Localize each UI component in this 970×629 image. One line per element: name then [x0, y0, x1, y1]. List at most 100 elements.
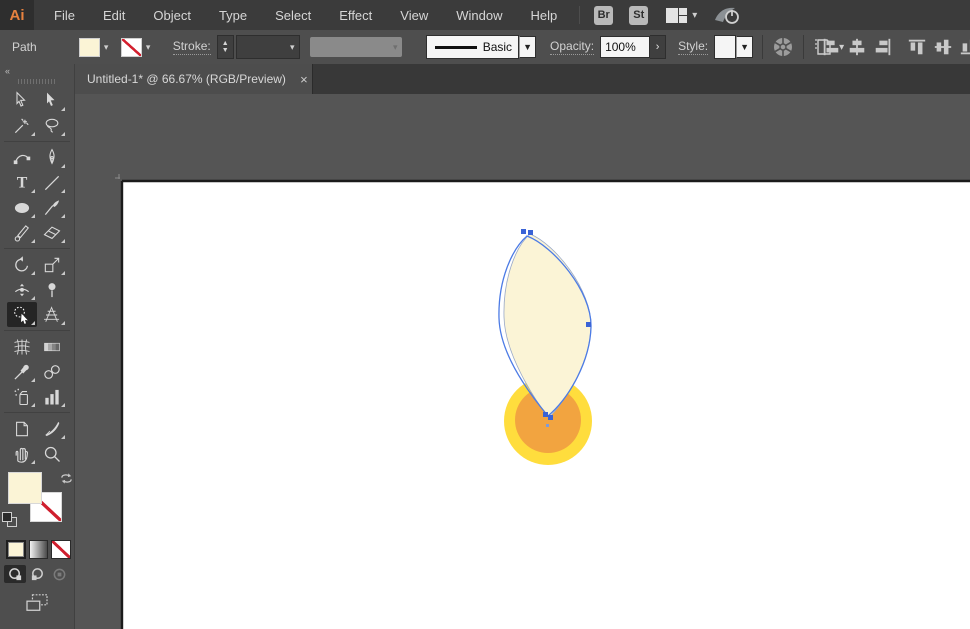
- menu-item-file[interactable]: File: [40, 0, 89, 30]
- menu-item-view[interactable]: View: [386, 0, 442, 30]
- style-swatch[interactable]: [714, 35, 737, 59]
- eraser-tool[interactable]: [37, 220, 67, 245]
- type-tool[interactable]: [7, 170, 37, 195]
- zoom-tool-icon: [44, 446, 61, 462]
- menu-item-help[interactable]: Help: [516, 0, 571, 30]
- perspective-grid-tool[interactable]: [37, 302, 67, 327]
- slice-tool[interactable]: [37, 416, 67, 441]
- opacity-label[interactable]: Opacity:: [550, 39, 595, 55]
- line-segment-tool[interactable]: [37, 170, 67, 195]
- curvature-tool[interactable]: [7, 145, 37, 170]
- align-group: [818, 36, 970, 58]
- align-middle-button[interactable]: [930, 36, 956, 58]
- brush-definition-combo[interactable]: Basic: [425, 35, 520, 59]
- align-top-button[interactable]: [904, 36, 930, 58]
- menu-item-select[interactable]: Select: [261, 0, 325, 30]
- selection-tool[interactable]: [7, 88, 37, 113]
- chevron-down-icon[interactable]: ▾: [142, 38, 155, 57]
- align-left-button[interactable]: [818, 36, 844, 58]
- tool-group-divider: [4, 412, 70, 413]
- mesh-tool[interactable]: [7, 334, 37, 359]
- style-chevron[interactable]: ▼: [736, 36, 754, 58]
- puppet-warp-tool[interactable]: [37, 277, 67, 302]
- ellipse-tool[interactable]: [7, 195, 37, 220]
- zoom-tool[interactable]: [37, 441, 67, 466]
- align-bottom-button[interactable]: [956, 36, 970, 58]
- tool-group-divider: [4, 330, 70, 331]
- menu-bar: Ai File Edit Object Type Select Effect View Win…: [0, 0, 970, 30]
- stock-button[interactable]: St: [629, 5, 649, 25]
- recolor-artwork-icon[interactable]: [772, 36, 794, 58]
- gpu-performance-icon[interactable]: [711, 4, 743, 26]
- panel-drag-grip[interactable]: [18, 79, 56, 84]
- blend-tool[interactable]: [37, 359, 67, 384]
- stroke-weight-stepper[interactable]: ▲ ▼: [216, 35, 234, 59]
- tool-group-divider: [4, 141, 70, 142]
- collapse-panel-icon[interactable]: «: [5, 66, 10, 76]
- gradient-mode-button[interactable]: [28, 540, 49, 559]
- fill-stroke-area: [2, 472, 72, 536]
- shaper-tool[interactable]: [7, 220, 37, 245]
- chevron-down-icon[interactable]: ▾: [692, 10, 697, 21]
- width-tool[interactable]: [7, 277, 37, 302]
- tool-group-divider: [4, 248, 70, 249]
- direct-selection-tool[interactable]: [37, 88, 67, 113]
- default-fill-stroke-icon[interactable]: [2, 512, 17, 527]
- fill-indicator[interactable]: [8, 472, 42, 504]
- style-label[interactable]: Style:: [678, 39, 709, 55]
- menu-item-effect[interactable]: Effect: [325, 0, 386, 30]
- magic-wand-tool[interactable]: [7, 113, 37, 138]
- paintbrush-tool[interactable]: [37, 195, 67, 220]
- eyedropper-tool[interactable]: [7, 359, 37, 384]
- lasso-tool[interactable]: [37, 113, 67, 138]
- lasso-tool-icon: [45, 118, 59, 132]
- draw-normal-button[interactable]: [4, 565, 26, 583]
- artboard-tool[interactable]: [7, 416, 37, 441]
- document-tab-bar: Untitled-1* @ 66.67% (RGB/Preview) ×: [75, 64, 970, 94]
- close-icon[interactable]: ×: [296, 72, 312, 87]
- stroke-color-picker[interactable]: ▾: [120, 37, 155, 57]
- opacity-expand-arrow[interactable]: ›: [650, 35, 667, 59]
- shaper-tool-icon: [14, 224, 29, 242]
- gradient-tool[interactable]: [37, 334, 67, 359]
- stroke-weight-label[interactable]: Stroke:: [172, 39, 211, 55]
- draw-inside-button[interactable]: [48, 565, 70, 583]
- chevron-down-icon[interactable]: ▾: [100, 38, 113, 57]
- blend-tool-icon: [44, 364, 60, 379]
- symbol-sprayer-tool[interactable]: [7, 384, 37, 409]
- chevron-down-icon[interactable]: ▾: [286, 38, 299, 57]
- none-mode-button[interactable]: [51, 540, 72, 559]
- fill-color-picker[interactable]: ▾: [78, 37, 113, 57]
- stroke-weight-combo[interactable]: ▾: [235, 35, 300, 59]
- rotate-tool[interactable]: [7, 252, 37, 277]
- swap-fill-stroke-icon[interactable]: [60, 472, 73, 485]
- illustrator-window: Ai File Edit Object Type Select Effect View Win…: [0, 0, 970, 629]
- menu-item-window[interactable]: Window: [442, 0, 516, 30]
- pen-tool[interactable]: [37, 145, 67, 170]
- screen-mode-button[interactable]: [24, 593, 50, 613]
- shape-builder-tool[interactable]: [7, 302, 37, 327]
- fill-swatch[interactable]: [78, 37, 100, 57]
- arrange-documents-icon[interactable]: [666, 7, 688, 23]
- eraser-tool-icon: [43, 226, 61, 239]
- artboard-tool-icon: [16, 421, 28, 436]
- canvas-area[interactable]: [75, 94, 970, 629]
- hand-tool[interactable]: [7, 441, 37, 466]
- draw-behind-button[interactable]: [26, 565, 48, 583]
- menu-item-type[interactable]: Type: [205, 0, 261, 30]
- menu-item-edit[interactable]: Edit: [89, 0, 139, 30]
- menubar-divider: [579, 6, 581, 24]
- stroke-none-swatch[interactable]: [120, 37, 142, 57]
- paint-mode-row: [6, 540, 74, 559]
- column-graph-tool[interactable]: [37, 384, 67, 409]
- menu-item-object[interactable]: Object: [139, 0, 205, 30]
- scale-tool[interactable]: [37, 252, 67, 277]
- brush-definition-chevron[interactable]: ▼: [519, 36, 537, 58]
- document-tab[interactable]: Untitled-1* @ 66.67% (RGB/Preview) ×: [75, 64, 313, 94]
- align-center-button[interactable]: [844, 36, 870, 58]
- bridge-button[interactable]: Br: [594, 5, 614, 25]
- gradient-tool-icon: [44, 342, 60, 351]
- opacity-input[interactable]: [600, 36, 651, 58]
- align-right-button[interactable]: [870, 36, 896, 58]
- color-mode-button[interactable]: [6, 540, 26, 559]
